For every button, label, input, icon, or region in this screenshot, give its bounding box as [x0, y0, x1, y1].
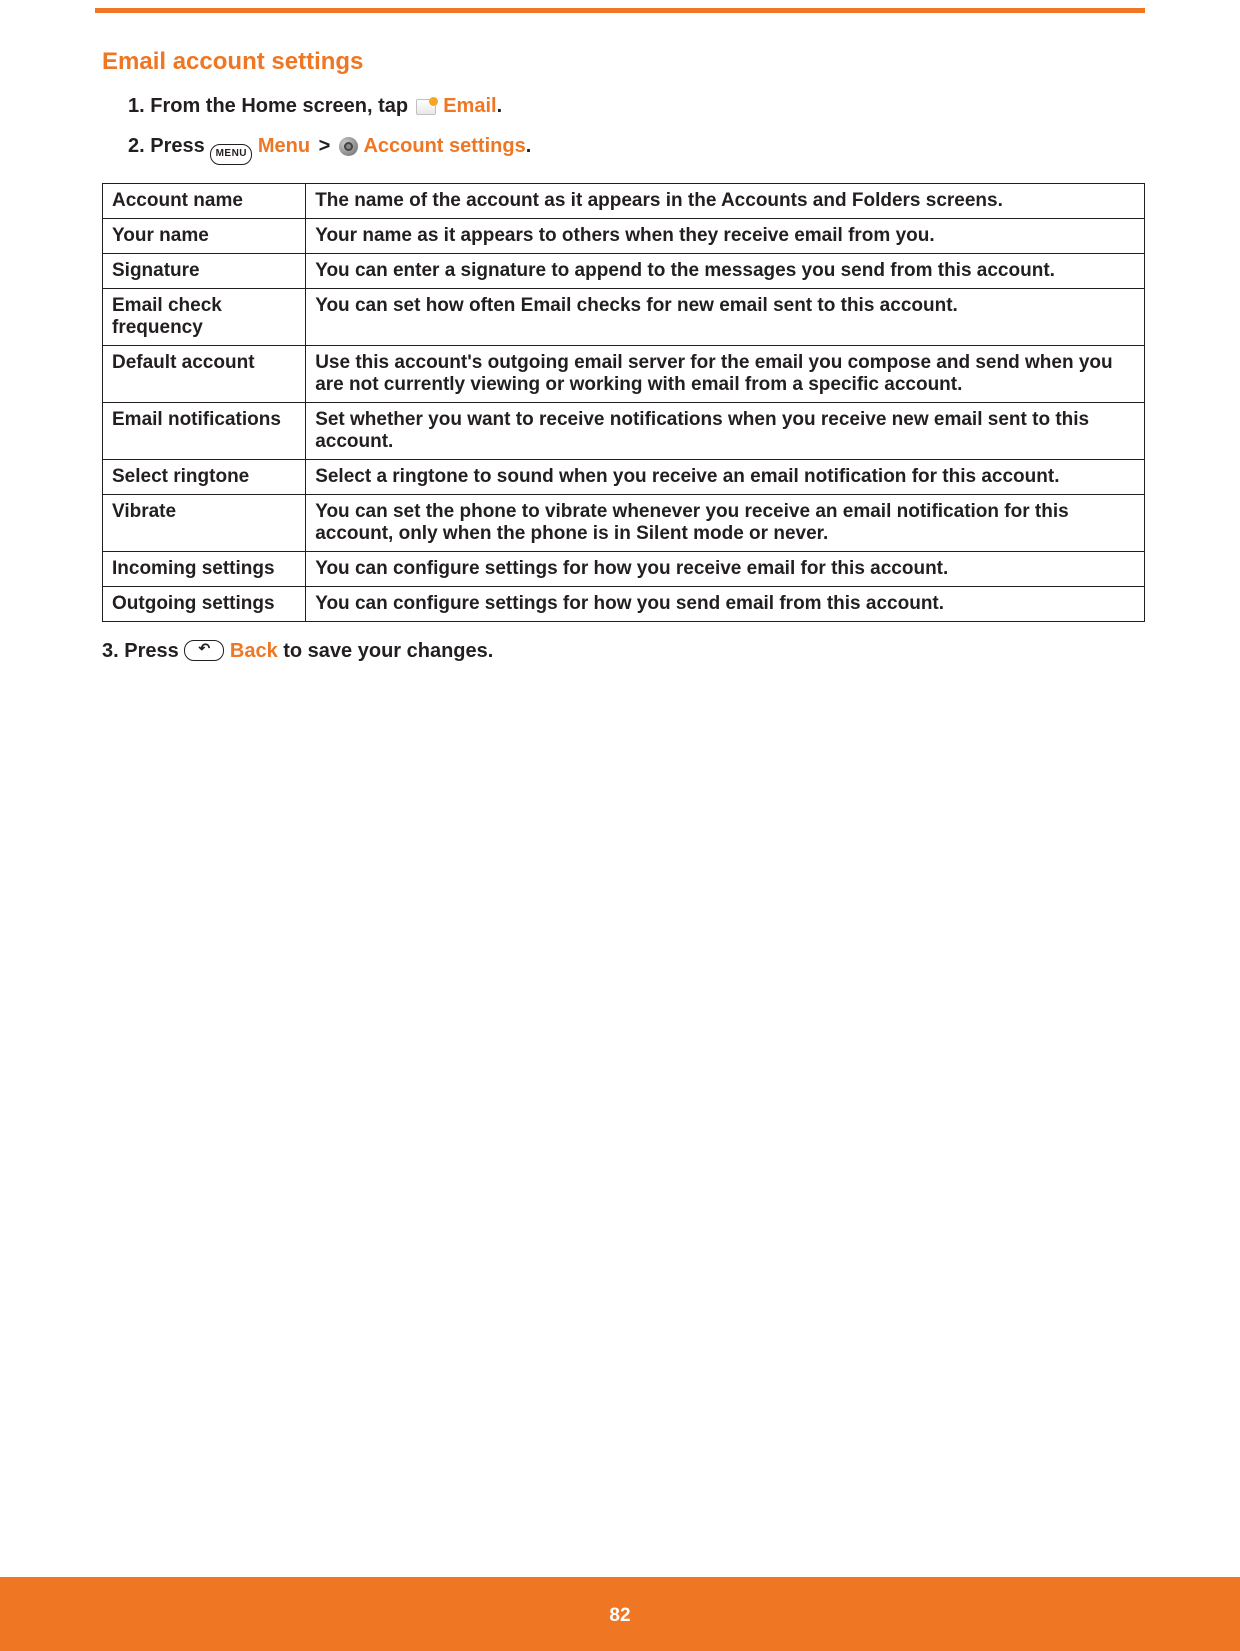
- step-number: 2.: [128, 135, 145, 157]
- email-icon: [416, 99, 436, 115]
- setting-value: Use this account's outgoing email server…: [306, 346, 1145, 403]
- setting-value: You can configure settings for how you s…: [306, 587, 1145, 622]
- step-2: 2. Press MENU Menu > Account settings.: [128, 130, 1145, 165]
- step-1: 1. From the Home screen, tap Email.: [128, 90, 1145, 122]
- email-accent: Email: [443, 95, 496, 117]
- step-3: 3. Press Back to save your changes.: [102, 640, 1145, 663]
- back-accent: Back: [230, 640, 278, 662]
- setting-value: Set whether you want to receive notifica…: [306, 403, 1145, 460]
- steps-list: 1. From the Home screen, tap Email. 2. P…: [102, 90, 1145, 165]
- setting-value: You can set the phone to vibrate wheneve…: [306, 495, 1145, 552]
- setting-key: Your name: [103, 219, 306, 254]
- settings-table: Account nameThe name of the account as i…: [102, 183, 1145, 622]
- setting-key: Outgoing settings: [103, 587, 306, 622]
- setting-value: Select a ringtone to sound when you rece…: [306, 460, 1145, 495]
- breadcrumb-separator: >: [316, 135, 334, 157]
- page-footer: 82: [0, 1577, 1240, 1651]
- setting-key: Account name: [103, 184, 306, 219]
- table-row: Your nameYour name as it appears to othe…: [103, 219, 1145, 254]
- step-text: Press: [150, 135, 210, 157]
- step-tail: to save your changes.: [278, 640, 494, 662]
- setting-value: You can enter a signature to append to t…: [306, 254, 1145, 289]
- setting-key: Incoming settings: [103, 552, 306, 587]
- setting-key: Select ringtone: [103, 460, 306, 495]
- account-settings-accent: Account settings: [363, 135, 525, 157]
- back-button-icon: [184, 640, 224, 661]
- setting-value: Your name as it appears to others when t…: [306, 219, 1145, 254]
- top-accent-bar: [95, 8, 1145, 13]
- section-heading: Email account settings: [102, 48, 1145, 76]
- setting-value: The name of the account as it appears in…: [306, 184, 1145, 219]
- table-row: SignatureYou can enter a signature to ap…: [103, 254, 1145, 289]
- table-row: Email notificationsSet whether you want …: [103, 403, 1145, 460]
- setting-key: Email notifications: [103, 403, 306, 460]
- menu-accent: Menu: [258, 135, 310, 157]
- step-number: 1.: [128, 95, 145, 117]
- page-content: Email account settings 1. From the Home …: [102, 48, 1145, 663]
- setting-key: Signature: [103, 254, 306, 289]
- setting-value: You can set how often Email checks for n…: [306, 289, 1145, 346]
- step-text: From the Home screen, tap: [150, 95, 413, 117]
- step-text: Press: [124, 640, 184, 662]
- setting-key: Email check frequency: [103, 289, 306, 346]
- table-row: Select ringtoneSelect a ringtone to soun…: [103, 460, 1145, 495]
- step-period: .: [497, 95, 503, 117]
- table-row: Incoming settingsYou can configure setti…: [103, 552, 1145, 587]
- setting-key: Default account: [103, 346, 306, 403]
- setting-value: You can configure settings for how you r…: [306, 552, 1145, 587]
- menu-button-icon: MENU: [210, 144, 252, 165]
- table-row: Email check frequencyYou can set how oft…: [103, 289, 1145, 346]
- table-row: Outgoing settingsYou can configure setti…: [103, 587, 1145, 622]
- table-row: VibrateYou can set the phone to vibrate …: [103, 495, 1145, 552]
- table-row: Default accountUse this account's outgoi…: [103, 346, 1145, 403]
- table-row: Account nameThe name of the account as i…: [103, 184, 1145, 219]
- page-number: 82: [0, 1605, 1240, 1627]
- step-period: .: [526, 135, 532, 157]
- step-number: 3.: [102, 640, 119, 662]
- gear-icon: [339, 137, 358, 156]
- setting-key: Vibrate: [103, 495, 306, 552]
